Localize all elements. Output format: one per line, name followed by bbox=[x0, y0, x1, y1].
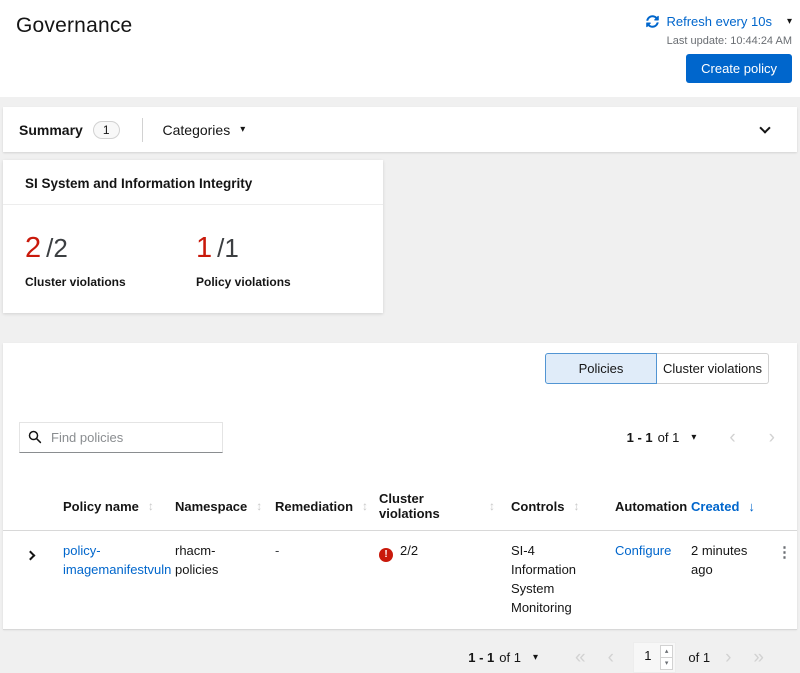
pagination-suffix: of 1 bbox=[499, 650, 521, 665]
header-actions: Refresh every 10s ▾ Last update: 10:44:2… bbox=[646, 14, 792, 97]
controls-cell: SI-4 Information System Monitoring bbox=[499, 531, 603, 629]
last-page-button[interactable]: » bbox=[753, 648, 764, 667]
refresh-icon bbox=[646, 15, 659, 28]
summary-bar: Summary 1 Categories ▾ bbox=[3, 107, 797, 152]
prev-page-button[interactable]: ‹ bbox=[608, 648, 614, 667]
actions-column-header bbox=[769, 483, 800, 530]
view-toggle-group: Policies Cluster violations bbox=[3, 343, 797, 384]
step-down-icon[interactable]: ▾ bbox=[661, 657, 673, 669]
column-policy-name[interactable]: Policy name ↕ bbox=[51, 483, 163, 530]
stat-value: 1 bbox=[196, 232, 212, 265]
column-created[interactable]: Created ↓ bbox=[679, 483, 769, 530]
sort-icon[interactable]: ↕ bbox=[573, 499, 579, 513]
column-automation: Automation bbox=[603, 483, 679, 530]
pagination-range: 1 - 1 bbox=[468, 650, 494, 665]
column-namespace[interactable]: Namespace ↕ bbox=[163, 483, 263, 530]
pagination-top: 1 - 1 of 1 ▾ ‹ › bbox=[627, 428, 775, 447]
categories-dropdown[interactable]: Categories ▾ bbox=[163, 122, 246, 138]
summary-tab[interactable]: Summary 1 bbox=[19, 121, 120, 139]
pagination-bottom: 1 - 1 of 1 ▾ « ‹ 1 ▴ ▾ of 1 › » bbox=[3, 630, 797, 673]
caret-down-icon[interactable]: ▾ bbox=[787, 16, 792, 27]
page-header: Governance Refresh every 10s ▾ Last upda… bbox=[0, 0, 800, 97]
violations-count: 2/2 bbox=[400, 543, 418, 558]
step-up-icon[interactable]: ▴ bbox=[661, 646, 673, 657]
refresh-label: Refresh every 10s bbox=[666, 14, 772, 29]
summary-count-badge: 1 bbox=[93, 121, 120, 139]
divider bbox=[142, 118, 143, 142]
category-card: SI System and Information Integrity 2 /2… bbox=[3, 160, 383, 313]
search-box bbox=[19, 422, 223, 453]
first-page-button[interactable]: « bbox=[575, 648, 586, 667]
current-page-input[interactable]: 1 bbox=[636, 645, 660, 670]
search-input[interactable] bbox=[19, 422, 223, 453]
search-icon bbox=[28, 430, 42, 449]
automation-configure-link[interactable]: Configure bbox=[615, 543, 671, 558]
page-stepper: ▴ ▾ bbox=[660, 645, 674, 670]
column-remediation[interactable]: Remediation ↕ bbox=[263, 483, 367, 530]
pagination-suffix: of 1 bbox=[658, 430, 680, 445]
card-title: SI System and Information Integrity bbox=[3, 160, 383, 205]
sort-icon[interactable]: ↕ bbox=[489, 499, 495, 513]
toggle-cluster-violations[interactable]: Cluster violations bbox=[657, 353, 769, 384]
page-title: Governance bbox=[16, 14, 132, 97]
policies-panel: Policies Cluster violations 1 - 1 of 1 ▾… bbox=[3, 343, 797, 629]
caret-down-icon: ▾ bbox=[240, 124, 245, 135]
stat-label: Cluster violations bbox=[25, 275, 140, 289]
sort-desc-icon: ↓ bbox=[748, 499, 755, 514]
summary-label: Summary bbox=[19, 122, 83, 138]
table-row: policy-imagemanifestvuln rhacm-policies … bbox=[3, 531, 797, 630]
kebab-menu-icon[interactable]: ⋮ bbox=[777, 544, 792, 561]
danger-icon: ! bbox=[379, 548, 393, 562]
cluster-violations-stat: 2 /2 Cluster violations bbox=[25, 232, 140, 289]
column-cluster-violations[interactable]: Cluster violations ↕ bbox=[367, 483, 499, 530]
remediation-cell: - bbox=[263, 531, 367, 629]
pagination-range: 1 - 1 bbox=[627, 430, 653, 445]
created-cell: 2 minutes ago bbox=[679, 531, 769, 629]
table-toolbar: 1 - 1 of 1 ▾ ‹ › bbox=[3, 384, 797, 453]
last-update-text: Last update: 10:44:24 AM bbox=[667, 35, 792, 47]
refresh-dropdown[interactable]: Refresh every 10s ▾ bbox=[646, 14, 792, 29]
next-page-button[interactable]: › bbox=[769, 428, 775, 447]
of-pages-label: of 1 bbox=[688, 650, 710, 665]
chevron-right-icon bbox=[26, 551, 36, 561]
collapse-chevron-icon[interactable] bbox=[759, 122, 770, 133]
policy-violations-stat: 1 /1 Policy violations bbox=[196, 232, 311, 289]
stat-label: Policy violations bbox=[196, 275, 311, 289]
pagination-caret-icon[interactable]: ▾ bbox=[691, 432, 696, 443]
column-controls[interactable]: Controls ↕ bbox=[499, 483, 603, 530]
prev-page-button[interactable]: ‹ bbox=[729, 428, 735, 447]
sort-icon[interactable]: ↕ bbox=[256, 499, 262, 513]
categories-label: Categories bbox=[163, 122, 231, 138]
sort-icon[interactable]: ↕ bbox=[148, 499, 154, 513]
stat-total: /1 bbox=[217, 233, 239, 264]
cluster-violations-cell: ! 2/2 bbox=[367, 531, 499, 629]
stat-total: /2 bbox=[46, 233, 68, 264]
stat-value: 2 bbox=[25, 232, 41, 265]
table-header: Policy name ↕ Namespace ↕ Remediation ↕ … bbox=[3, 483, 797, 531]
policy-name-link[interactable]: policy-imagemanifestvuln bbox=[63, 543, 171, 577]
toggle-policies[interactable]: Policies bbox=[545, 353, 657, 384]
pagination-caret-icon[interactable]: ▾ bbox=[533, 652, 538, 663]
next-page-button[interactable]: › bbox=[725, 648, 731, 667]
expand-column-header bbox=[3, 483, 51, 530]
namespace-cell: rhacm-policies bbox=[163, 531, 263, 629]
create-policy-button[interactable]: Create policy bbox=[686, 54, 792, 83]
row-expand-toggle[interactable] bbox=[3, 531, 51, 629]
